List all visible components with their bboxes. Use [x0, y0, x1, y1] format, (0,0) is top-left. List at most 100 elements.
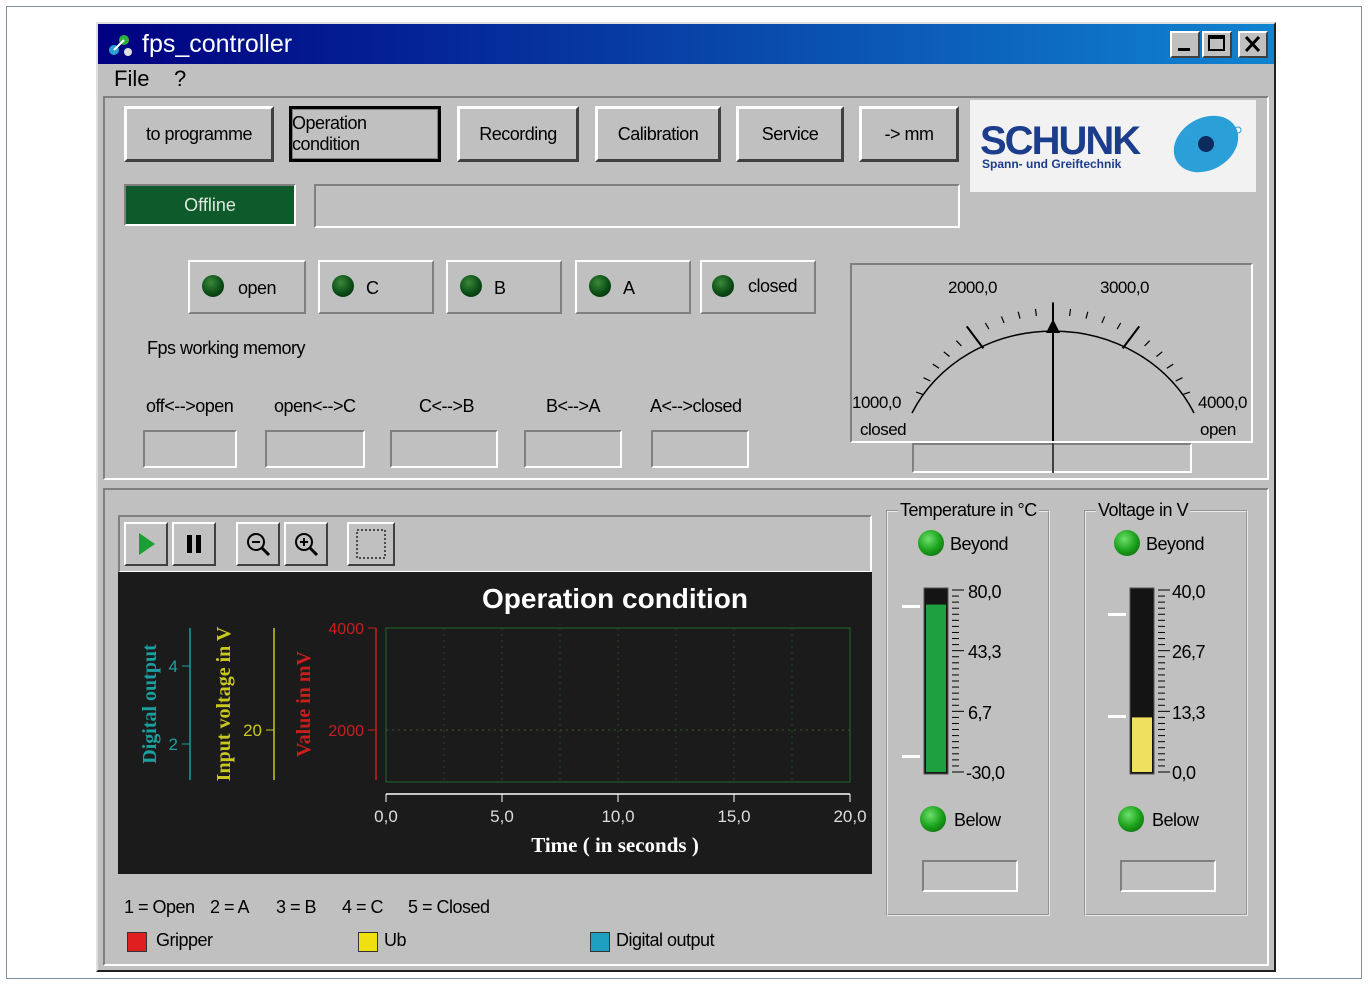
temperature-bar-meter [902, 587, 964, 775]
gauge-tick-label: 4000,0 [1198, 393, 1248, 412]
indicator-label: A [623, 278, 635, 298]
temperature-scale-label: 6,7 [968, 703, 992, 723]
gauge-tick [1101, 316, 1106, 324]
app-icon [109, 35, 132, 56]
legend-label-ub: Ub [384, 930, 407, 950]
pause-button[interactable] [172, 522, 216, 566]
maximize-button[interactable] [1202, 31, 1232, 58]
menu-help[interactable]: ? [174, 66, 186, 92]
plot-area [385, 627, 851, 783]
service-button[interactable]: Service [736, 106, 844, 162]
memory-label: open<-->C [274, 396, 356, 416]
recording-button[interactable]: Recording [457, 106, 579, 162]
menu-bar: File ? [98, 64, 1274, 94]
x-tick-label: 10,0 [601, 807, 634, 826]
voltage-below-label: Below [1152, 810, 1199, 830]
pause-icon [187, 535, 201, 553]
close-button[interactable] [1238, 31, 1268, 58]
temperature-fill [926, 604, 946, 772]
play-button[interactable] [124, 522, 168, 566]
memory-label: B<-->A [546, 396, 601, 416]
gauge-tick [1182, 391, 1191, 396]
legend-code: 1 = Open [124, 897, 195, 917]
voltage-high-limit [1108, 613, 1126, 616]
temperature-below-led-icon [920, 806, 946, 832]
temperature-title: Temperature in °C [898, 500, 1039, 521]
gauge-tick [1034, 308, 1037, 316]
temperature-scale-label: 80,0 [968, 582, 1002, 602]
menu-file[interactable]: File [114, 66, 149, 92]
led-icon [202, 275, 224, 297]
temperature-high-limit [902, 605, 920, 608]
zoom-out-button[interactable] [236, 522, 280, 566]
y-tick-label: 4000 [328, 621, 364, 638]
zoom-out-icon [247, 533, 271, 557]
temperature-value-field [922, 860, 1018, 892]
window-title: fps_controller [142, 30, 293, 58]
select-rect-icon [356, 529, 386, 559]
voltage-below-led-icon [1118, 806, 1144, 832]
y-axis-label-digital-output: Digital output [139, 644, 161, 764]
memory-field[interactable] [524, 430, 622, 468]
indicator-closed: closed [700, 260, 816, 314]
gauge-tick [1156, 351, 1163, 357]
unit-mm-button[interactable]: -> mm [859, 106, 959, 162]
legend-label-gripper: Gripper [156, 930, 213, 950]
select-rect-button[interactable] [347, 522, 395, 566]
indicator-label: closed [748, 276, 798, 296]
memory-field[interactable] [390, 430, 498, 468]
indicator-label: B [494, 278, 506, 298]
led-icon [332, 275, 354, 297]
x-tick-label: 0,0 [374, 807, 398, 826]
gauge-value-divider [1052, 443, 1054, 473]
gauge-tick [1144, 340, 1151, 347]
voltage-scale-label: 26,7 [1172, 642, 1206, 662]
gauge-tick [915, 391, 924, 396]
status-message-field [314, 184, 960, 228]
indicator-label: C [366, 278, 379, 298]
y-tick-label: 2 [169, 735, 178, 754]
zoom-in-icon [295, 533, 319, 557]
x-tick-label: 15,0 [717, 807, 750, 826]
gauge-open-label: open [1200, 420, 1236, 439]
memory-title: Fps working memory [147, 338, 306, 358]
title-bar[interactable]: fps_controller [98, 24, 1274, 64]
play-icon [139, 533, 155, 555]
gauge-tick [932, 363, 940, 369]
temperature-scale-label: -30,0 [966, 763, 1005, 783]
gauge-closed-label: closed [860, 420, 907, 439]
y-axis-label-input-voltage: Input voltage in V [213, 626, 235, 781]
legend-code: 5 = Closed [408, 897, 490, 917]
gauge-tick-label: 3000,0 [1100, 278, 1150, 297]
gauge-tick [1175, 377, 1183, 382]
to-programme-button[interactable]: to programme [124, 106, 274, 162]
memory-field[interactable] [143, 430, 237, 468]
operation-condition-button[interactable]: Operation condition [289, 106, 441, 162]
connection-status: Offline [124, 184, 296, 226]
indicator-c: C [318, 260, 434, 314]
temperature-below-label: Below [954, 810, 1001, 830]
legend-code: 4 = C [342, 897, 384, 917]
schunk-logo-mark: SCHUNK Spann- und Greiftechnik [980, 115, 1242, 173]
gauge-tick [923, 377, 931, 382]
temperature-scale-label: 43,3 [968, 642, 1002, 662]
memory-field[interactable] [651, 430, 749, 468]
legend-label-digital-output: Digital output [616, 930, 715, 950]
calibration-button[interactable]: Calibration [595, 106, 721, 162]
indicator-a: A [575, 260, 691, 314]
voltage-bar-meter [1108, 587, 1170, 775]
memory-field[interactable] [265, 430, 365, 468]
x-tick-label: 20,0 [833, 807, 866, 826]
zoom-in-button[interactable] [284, 522, 328, 566]
gauge-tick-label: 2000,0 [948, 278, 998, 297]
voltage-low-limit [1108, 715, 1126, 718]
gauge-tick [1166, 363, 1174, 369]
gauge-tick [984, 322, 990, 330]
gauge-tick [1000, 316, 1005, 324]
led-icon [460, 275, 482, 297]
gauge-tick [1017, 311, 1021, 319]
voltage-scale-label: 0,0 [1172, 763, 1196, 783]
gauge-tick [1116, 322, 1122, 330]
minimize-button[interactable] [1170, 31, 1200, 58]
voltage-fill [1132, 717, 1152, 772]
